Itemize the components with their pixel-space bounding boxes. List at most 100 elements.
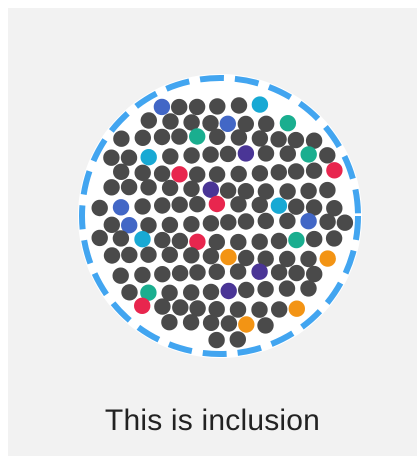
dot: [319, 147, 336, 164]
accent-dot: [140, 149, 157, 166]
dot: [120, 178, 138, 196]
accent-dot: [220, 282, 237, 300]
inclusion-illustration: [78, 74, 362, 358]
dot: [171, 196, 188, 213]
dot: [229, 331, 246, 348]
dot: [202, 314, 220, 331]
dot: [257, 145, 275, 162]
dot: [113, 130, 130, 147]
dot: [336, 214, 354, 231]
dot: [278, 280, 296, 297]
dot: [161, 246, 178, 263]
dot: [154, 266, 171, 283]
dot: [161, 314, 178, 331]
dot: [103, 247, 121, 264]
dot: [120, 149, 138, 166]
dot: [279, 183, 296, 200]
accent-dot: [220, 248, 237, 266]
dot: [202, 146, 219, 163]
dot: [202, 283, 220, 301]
accent-dot: [288, 300, 305, 317]
dot: [161, 216, 179, 234]
dot: [230, 233, 247, 251]
dot: [230, 129, 248, 146]
dot: [237, 213, 255, 230]
dot: [183, 284, 200, 301]
dot: [279, 145, 296, 162]
dot: [183, 114, 200, 131]
dot: [219, 145, 237, 163]
dot: [171, 265, 189, 282]
dot: [188, 98, 206, 116]
dot: [103, 179, 120, 196]
dot: [134, 198, 151, 215]
dot: [288, 264, 305, 282]
dot: [171, 232, 189, 250]
dot: [270, 164, 287, 181]
dot: [172, 299, 189, 316]
dot: [162, 113, 179, 130]
dot: [306, 265, 323, 283]
accent-dot: [288, 231, 305, 249]
accent-dot: [202, 181, 219, 198]
accent-dot: [219, 115, 236, 132]
accent-dot: [237, 145, 255, 162]
dot: [202, 215, 220, 232]
dot: [319, 213, 336, 230]
dot: [140, 179, 157, 196]
dot: [154, 231, 171, 249]
dot: [154, 197, 171, 214]
dot: [112, 267, 129, 284]
accent-dot: [251, 96, 269, 113]
dot: [300, 250, 317, 268]
dot: [230, 97, 248, 114]
dot: [251, 196, 268, 214]
dot: [319, 181, 336, 199]
accent-dot: [112, 199, 130, 216]
dot: [230, 196, 247, 213]
dot: [189, 196, 206, 213]
caption-text: This is inclusion: [104, 404, 321, 437]
dot: [270, 264, 288, 281]
dot: [121, 284, 138, 301]
dot: [182, 314, 200, 331]
accent-dot: [134, 297, 151, 314]
dot: [202, 248, 220, 265]
accent-dot: [189, 128, 206, 145]
dot: [112, 230, 130, 247]
dot: [91, 199, 108, 217]
dot: [171, 128, 188, 145]
dot: [279, 212, 296, 230]
dot: [171, 98, 188, 116]
dot: [271, 301, 288, 318]
dot: [140, 112, 157, 129]
dot: [121, 246, 138, 264]
dot: [306, 230, 323, 248]
dot: [300, 280, 317, 297]
dot: [113, 163, 130, 180]
dot: [300, 182, 317, 200]
accent-dot: [134, 231, 151, 248]
dot: [134, 129, 151, 146]
accent-dot: [270, 197, 288, 214]
dot: [134, 164, 151, 181]
dot: [229, 301, 247, 318]
dot: [251, 233, 268, 250]
dot: [209, 98, 226, 115]
dot: [153, 165, 171, 182]
dot: [183, 216, 200, 233]
accent-dot: [208, 195, 226, 213]
dot: [189, 166, 206, 183]
dot: [270, 232, 288, 250]
accent-dot: [300, 213, 317, 230]
dot: [257, 317, 274, 334]
dot: [220, 315, 238, 332]
dot: [230, 165, 247, 183]
dot: [288, 198, 305, 215]
dot: [140, 246, 157, 263]
inclusion-card: This is inclusion: [8, 8, 417, 456]
accent-dot: [251, 263, 268, 280]
dot: [183, 180, 200, 197]
dot: [287, 131, 305, 149]
dot: [257, 281, 274, 298]
